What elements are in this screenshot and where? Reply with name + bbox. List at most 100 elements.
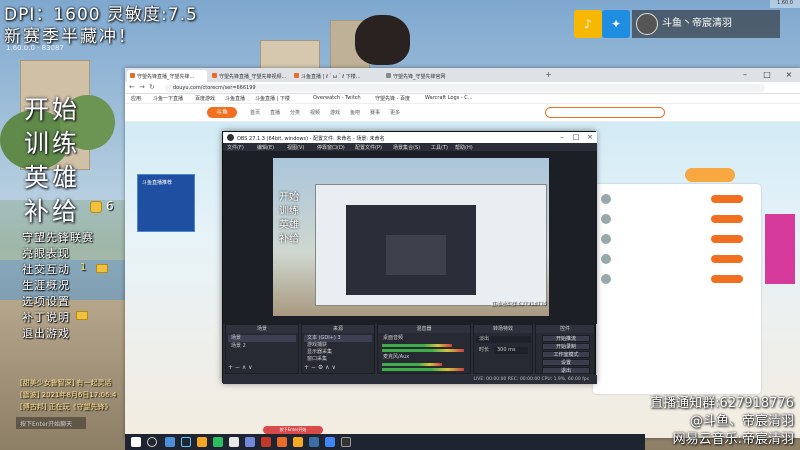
wechat-icon[interactable] (213, 437, 223, 447)
music-tile-icon[interactable]: ♪ (574, 10, 602, 38)
source-item[interactable]: 游戏捕获 (304, 342, 372, 349)
obs-icon[interactable] (341, 437, 351, 447)
add-scene-button[interactable]: + − ∧ ∨ (228, 364, 253, 371)
app-icon[interactable] (229, 437, 239, 447)
url-input[interactable]: douyu.com/ctorecm/ser=666199 (165, 84, 765, 92)
site-search-input[interactable] (545, 107, 665, 118)
list-item[interactable] (601, 234, 751, 246)
scene-item[interactable]: 场景 2 (228, 343, 296, 350)
browser-tab[interactable]: 守望先锋_守望先锋官网 (383, 70, 463, 82)
scene-item[interactable]: 场景 (228, 335, 297, 342)
discord-icon[interactable] (245, 437, 255, 447)
bookmark[interactable]: 斗鱼直播 | 下楼 (255, 95, 290, 102)
bookmark[interactable]: 守望先锋 - 百度 (375, 95, 410, 102)
close-icon[interactable]: × (583, 132, 597, 143)
follow-button[interactable] (711, 255, 743, 263)
add-source-button[interactable]: + − ⚙ ∧ ∨ (304, 364, 336, 371)
menu-item[interactable]: 文件(F) (227, 144, 244, 151)
menu-career[interactable]: 生涯概况 (22, 277, 70, 293)
site-nav-item[interactable]: 直播 (270, 109, 280, 116)
obs-preview[interactable]: 开始 训练 英雄 补给 直播通知群:627918776 (223, 152, 597, 324)
menu-options[interactable]: 选项设置 (22, 293, 70, 309)
windows-start-icon[interactable] (131, 437, 141, 447)
menu-social[interactable]: 社交互动 (22, 261, 70, 277)
reload-icon[interactable]: ↻ (149, 83, 155, 91)
site-nav-item[interactable]: 更多 (390, 109, 400, 116)
menu-league[interactable]: 守望先锋联赛 (22, 229, 94, 245)
follow-button[interactable] (711, 215, 743, 223)
battlenet-icon[interactable] (309, 437, 319, 447)
promo-button[interactable] (685, 168, 735, 182)
site-nav-item[interactable]: 游戏 (330, 109, 340, 116)
menu-play[interactable]: 开始 (24, 90, 80, 126)
source-item[interactable]: 文本 (GDI+) 3 (304, 335, 373, 342)
menu-training[interactable]: 训练 (24, 124, 80, 160)
maximize-icon[interactable]: □ (756, 68, 778, 82)
menu-patch-notes[interactable]: 补丁说明 (22, 309, 70, 325)
menu-item[interactable]: 工具(T) (431, 144, 448, 151)
menu-exit[interactable]: 退出游戏 (22, 325, 70, 341)
forward-icon[interactable]: → (139, 83, 145, 91)
list-item[interactable] (601, 254, 751, 266)
menu-item[interactable]: 视图(V) (287, 144, 304, 151)
minimize-icon[interactable]: – (555, 132, 569, 143)
site-nav-item[interactable]: 分类 (290, 109, 300, 116)
menu-highlights[interactable]: 亮眼表现 (22, 245, 70, 261)
menu-item[interactable]: 场景集合(S) (393, 144, 420, 151)
menu-item[interactable]: 停靠窗口(D) (317, 144, 345, 151)
new-tab-icon[interactable]: + (545, 70, 552, 79)
overwatch-icon[interactable] (293, 437, 303, 447)
volume-slider[interactable] (382, 368, 464, 371)
follow-button[interactable] (711, 275, 743, 283)
minimize-icon[interactable]: – (734, 68, 756, 82)
start-recording-button[interactable]: 开始录制 (542, 343, 590, 350)
site-nav-item[interactable]: 赛事 (370, 109, 380, 116)
close-icon[interactable]: × (778, 68, 800, 82)
music-icon[interactable] (261, 437, 271, 447)
bookmark[interactable]: 斗鱼直播 (225, 95, 245, 102)
transition-select[interactable]: 淡出 (476, 336, 532, 343)
menu-heroes[interactable]: 英雄 (24, 158, 80, 194)
source-item[interactable]: 窗口采集 (304, 356, 372, 363)
duration-input[interactable]: 300 ms (494, 347, 528, 354)
site-nav-item[interactable]: 鱼吧 (350, 109, 360, 116)
maximize-icon[interactable]: □ (569, 132, 583, 143)
promo-card[interactable]: 斗鱼直播推荐 (137, 174, 195, 232)
site-nav-item[interactable]: 首页 (250, 109, 260, 116)
browser-tab[interactable]: 守望先锋直播_守望先锋视频... (209, 70, 289, 82)
studio-mode-button[interactable]: 工作室模式 (542, 351, 590, 358)
bookmark[interactable]: Warcraft Logs - C... (425, 95, 473, 101)
bookmark[interactable]: 百度游戏 (195, 95, 215, 102)
settings-button[interactable]: 设置 (542, 359, 590, 366)
browser-tab[interactable]: 斗鱼直播 | ℓ＾ω＾ℓ 下楼... (291, 70, 381, 82)
back-icon[interactable]: ← (129, 83, 135, 91)
menu-item[interactable]: 编辑(E) (257, 144, 274, 151)
site-logo[interactable]: 斗鱼 (207, 107, 237, 118)
steam-icon[interactable] (181, 437, 191, 447)
chat-input[interactable]: 按下Enter开始聊天 (16, 417, 86, 429)
douyu-icon[interactable] (277, 437, 287, 447)
list-item[interactable] (601, 274, 751, 286)
explorer-icon[interactable] (197, 437, 207, 447)
side-banner[interactable] (765, 214, 795, 284)
chrome-icon[interactable] (325, 437, 335, 447)
search-icon[interactable] (147, 437, 157, 447)
list-item[interactable] (601, 194, 751, 206)
menu-loot[interactable]: 补给 (24, 192, 80, 228)
task-view-icon[interactable] (165, 437, 175, 447)
menu-item[interactable]: 帮助(H) (455, 144, 473, 151)
source-item[interactable]: 显示器采集 (304, 349, 372, 356)
bookmark[interactable]: Overwatch - Twitch (313, 95, 361, 101)
menu-item[interactable]: 配置文件(P) (355, 144, 382, 151)
share-tile-icon[interactable]: ✦ (602, 10, 630, 38)
bookmark[interactable]: 应用 (131, 95, 141, 102)
follow-button[interactable] (711, 195, 743, 203)
site-nav-item[interactable]: 视频 (310, 109, 320, 116)
browser-tab[interactable]: 守望先锋直播_守望先锋... (127, 70, 207, 82)
volume-slider[interactable] (382, 349, 464, 352)
list-item[interactable] (601, 214, 751, 226)
start-streaming-button[interactable]: 开始推流 (542, 335, 590, 342)
bookmark[interactable]: 斗鱼一下直播 (153, 95, 183, 102)
exit-button[interactable]: 退出 (542, 367, 590, 374)
follow-button[interactable] (711, 235, 743, 243)
